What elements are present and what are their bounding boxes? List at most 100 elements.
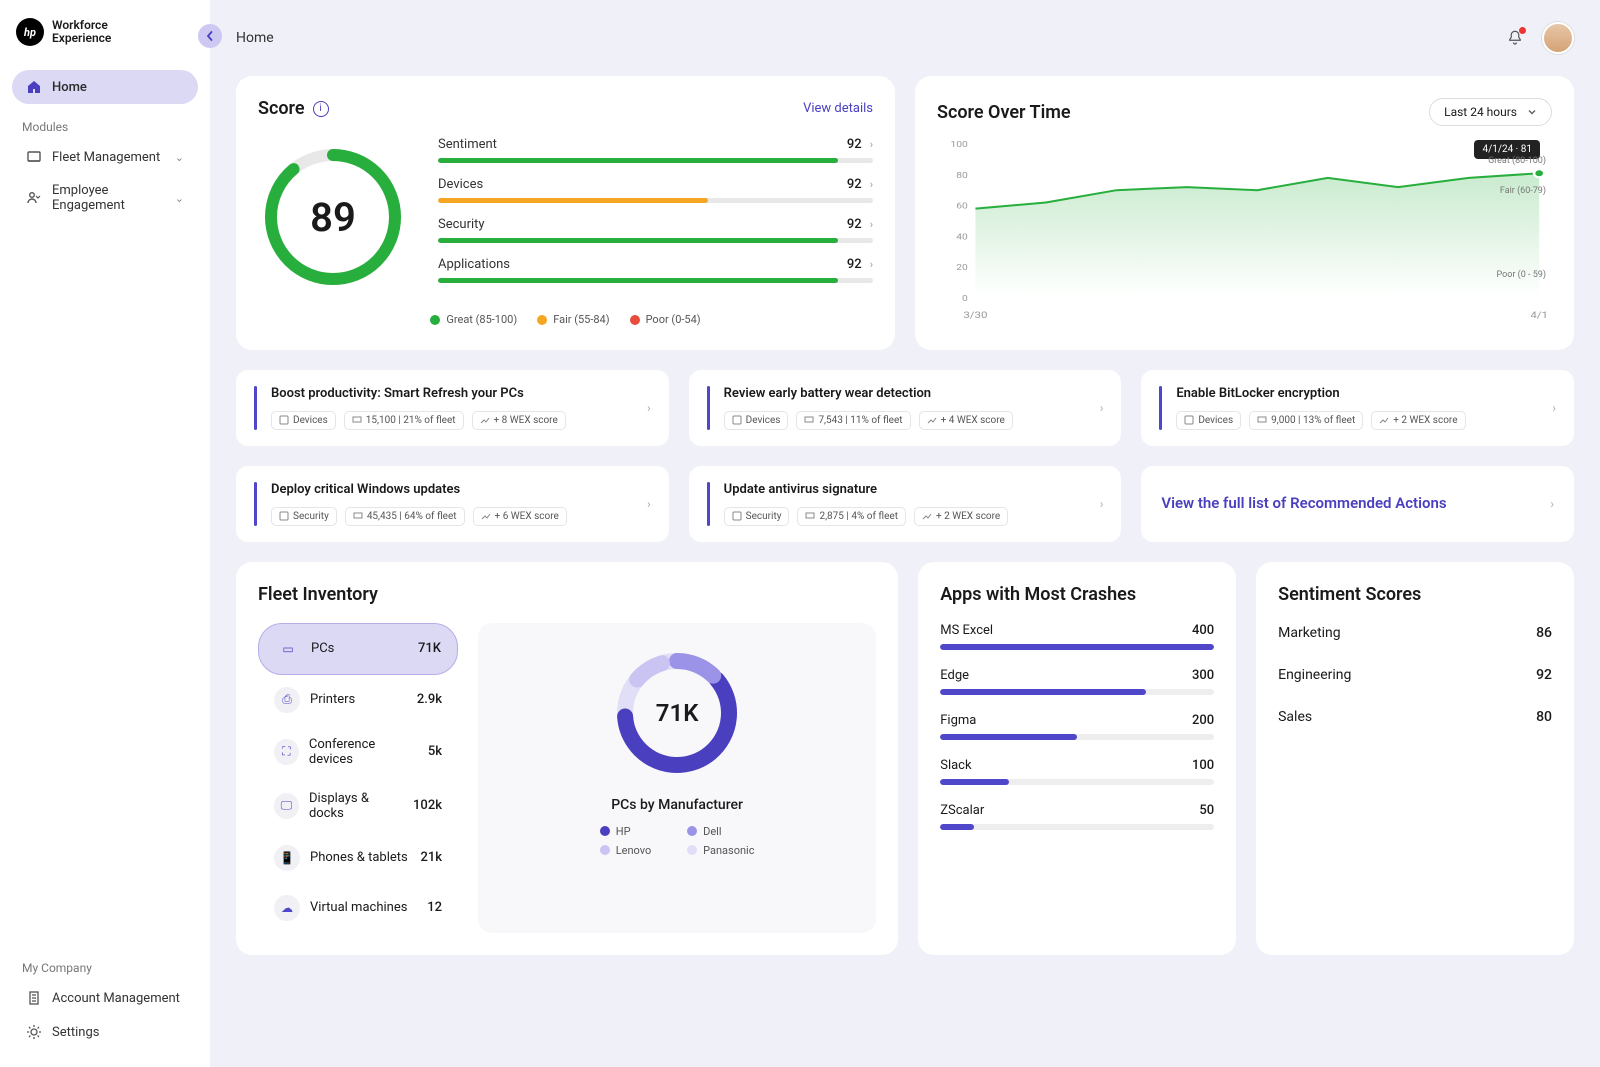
score-metric-row[interactable]: Sentiment92› bbox=[438, 137, 873, 163]
legend-dot-icon bbox=[687, 826, 697, 836]
metric-value: 92 bbox=[847, 257, 862, 272]
metric-label: Sentiment bbox=[438, 137, 497, 152]
user-avatar[interactable] bbox=[1542, 22, 1574, 54]
sentiment-row: Sales80 bbox=[1278, 689, 1552, 731]
sidebar-item-label: Fleet Management bbox=[52, 150, 160, 165]
crash-value: 100 bbox=[1192, 758, 1214, 773]
score-metric-row[interactable]: Applications 92 › bbox=[438, 257, 873, 283]
chevron-right-icon: › bbox=[870, 218, 873, 231]
recommendation-card[interactable]: Boost productivity: Smart Refresh your P… bbox=[236, 370, 669, 446]
donut-legend-item: Dell bbox=[687, 825, 754, 838]
fleet-item-icon: 🖵 bbox=[274, 793, 299, 819]
crash-row: Figma200 bbox=[940, 713, 1214, 740]
topbar: Home bbox=[236, 0, 1574, 76]
sentiment-label: Sales bbox=[1278, 709, 1312, 725]
legend-item: Great (85-100) bbox=[430, 313, 517, 326]
rec-title: Review early battery wear detection bbox=[724, 386, 1090, 403]
fleet-item-pcs[interactable]: ▭PCs71K bbox=[258, 623, 458, 675]
crash-app-label: Edge bbox=[940, 668, 969, 683]
metric-track bbox=[438, 278, 873, 283]
legend-item: Poor (0-54) bbox=[630, 313, 701, 326]
donut-title: PCs by Manufacturer bbox=[611, 797, 743, 813]
sidebar-item-account-management[interactable]: Account Management bbox=[12, 981, 198, 1015]
hp-logo-icon: hp bbox=[16, 18, 44, 46]
svg-text:4/1: 4/1 bbox=[1530, 309, 1548, 320]
crash-track bbox=[940, 734, 1214, 740]
view-details-link[interactable]: View details bbox=[803, 101, 873, 116]
fleet-item-icon: ☁ bbox=[274, 895, 300, 921]
accent-bar bbox=[254, 386, 257, 430]
fleet-item-label: Phones & tablets bbox=[310, 850, 408, 865]
metric-value: 92 bbox=[847, 137, 862, 152]
sidebar-item-home[interactable]: Home bbox=[12, 70, 198, 104]
fleet-item-count: 2.9k bbox=[417, 692, 442, 707]
fleet-item-phones-tablets[interactable]: 📱Phones & tablets21k bbox=[258, 833, 458, 883]
recommendation-card[interactable]: Update antivirus signature Security 2,87… bbox=[689, 466, 1122, 542]
legend-label: Fair (55-84) bbox=[553, 313, 609, 326]
fleet-item-printers[interactable]: ⎙Printers2.9k bbox=[258, 675, 458, 725]
legend-label: HP bbox=[616, 825, 631, 838]
chevron-right-icon: › bbox=[1550, 497, 1554, 511]
rec-title: Enable BitLocker encryption bbox=[1176, 386, 1542, 403]
fleet-item-virtual-machines[interactable]: ☁Virtual machines12 bbox=[258, 883, 458, 933]
metric-track bbox=[438, 238, 873, 243]
metric-label: Applications bbox=[438, 257, 510, 272]
crash-value: 300 bbox=[1192, 668, 1214, 683]
info-icon[interactable]: i bbox=[313, 101, 329, 117]
chevron-right-icon: › bbox=[870, 258, 873, 271]
donut-center-value: 71K bbox=[607, 643, 747, 783]
rec-wex-pill: + 4 WEX score bbox=[919, 411, 1013, 430]
metric-value: 92 bbox=[847, 177, 862, 192]
legend-label: Lenovo bbox=[616, 844, 652, 857]
crash-app-label: Slack bbox=[940, 758, 971, 773]
sidebar-item-label: Employee Engagement bbox=[52, 183, 165, 213]
score-metric-row[interactable]: Devices92› bbox=[438, 177, 873, 203]
company-item-icon bbox=[26, 1024, 42, 1040]
legend-label: Great (85-100) bbox=[446, 313, 517, 326]
svg-text:40: 40 bbox=[956, 232, 968, 242]
sidebar-item-settings[interactable]: Settings bbox=[12, 1015, 198, 1049]
sidebar-item-employee-engagement[interactable]: Employee Engagement⌄ bbox=[12, 174, 198, 222]
rec-count-pill: 15,100 | 21% of fleet bbox=[344, 411, 464, 430]
sidebar-item-fleet-management[interactable]: Fleet Management⌄ bbox=[12, 140, 198, 174]
rec-count-pill: 2,875 | 4% of fleet bbox=[797, 507, 906, 526]
sidebar: hp Workforce Experience Home Modules Fle… bbox=[0, 0, 210, 1067]
score-card: Score i View details 89 Sentiment92›Devi… bbox=[236, 76, 895, 350]
recommendation-card[interactable]: Review early battery wear detection Devi… bbox=[689, 370, 1122, 446]
rec-wex-pill: + 8 WEX score bbox=[472, 411, 566, 430]
recommendation-card[interactable]: Enable BitLocker encryption Devices 9,00… bbox=[1141, 370, 1574, 446]
legend-label: Panasonic bbox=[703, 844, 754, 857]
fleet-item-icon: ▭ bbox=[275, 636, 301, 662]
module-icon bbox=[26, 190, 42, 206]
time-range-label: Last 24 hours bbox=[1444, 105, 1517, 119]
score-value: 89 bbox=[258, 142, 408, 292]
recommendation-card[interactable]: Deploy critical Windows updates Security… bbox=[236, 466, 669, 542]
fleet-item-icon: ⎙ bbox=[274, 687, 300, 713]
crash-track bbox=[940, 644, 1214, 650]
sidebar-item-label: Account Management bbox=[52, 991, 180, 1006]
full-list-label: View the full list of Recommended Action… bbox=[1161, 493, 1446, 514]
fleet-inventory-card: Fleet Inventory ▭ PCs 71K ⎙Printers2.9k⛶Con… bbox=[236, 562, 898, 955]
fleet-item-label: PCs bbox=[311, 641, 334, 656]
crash-row: ZScalar50 bbox=[940, 803, 1214, 830]
sidebar-collapse-button[interactable] bbox=[198, 24, 222, 48]
crash-track bbox=[940, 824, 1214, 830]
notifications-button[interactable] bbox=[1506, 29, 1524, 47]
time-range-dropdown[interactable]: Last 24 hours bbox=[1429, 98, 1552, 126]
fleet-item-displays-docks[interactable]: 🖵 Displays & docks 102k bbox=[258, 779, 458, 833]
score-metric-row[interactable]: Security92› bbox=[438, 217, 873, 243]
accent-bar bbox=[1159, 386, 1162, 430]
sentiment-row: Engineering92 bbox=[1278, 647, 1552, 689]
chevron-right-icon: › bbox=[1552, 401, 1556, 415]
fleet-title: Fleet Inventory bbox=[258, 584, 876, 605]
crash-app-label: MS Excel bbox=[940, 623, 993, 638]
fleet-item-count: 102k bbox=[413, 798, 442, 813]
chevron-right-icon: › bbox=[1100, 401, 1104, 415]
svg-text:0: 0 bbox=[962, 294, 968, 304]
metric-track bbox=[438, 198, 873, 203]
fleet-item-conference-devices[interactable]: ⛶Conference devices5k bbox=[258, 725, 458, 779]
view-full-list-card[interactable]: View the full list of Recommended Action… bbox=[1141, 466, 1574, 542]
chevron-right-icon: › bbox=[647, 497, 651, 511]
fleet-item-label: Displays & docks bbox=[309, 791, 403, 821]
rec-wex-pill: + 2 WEX score bbox=[914, 507, 1008, 526]
